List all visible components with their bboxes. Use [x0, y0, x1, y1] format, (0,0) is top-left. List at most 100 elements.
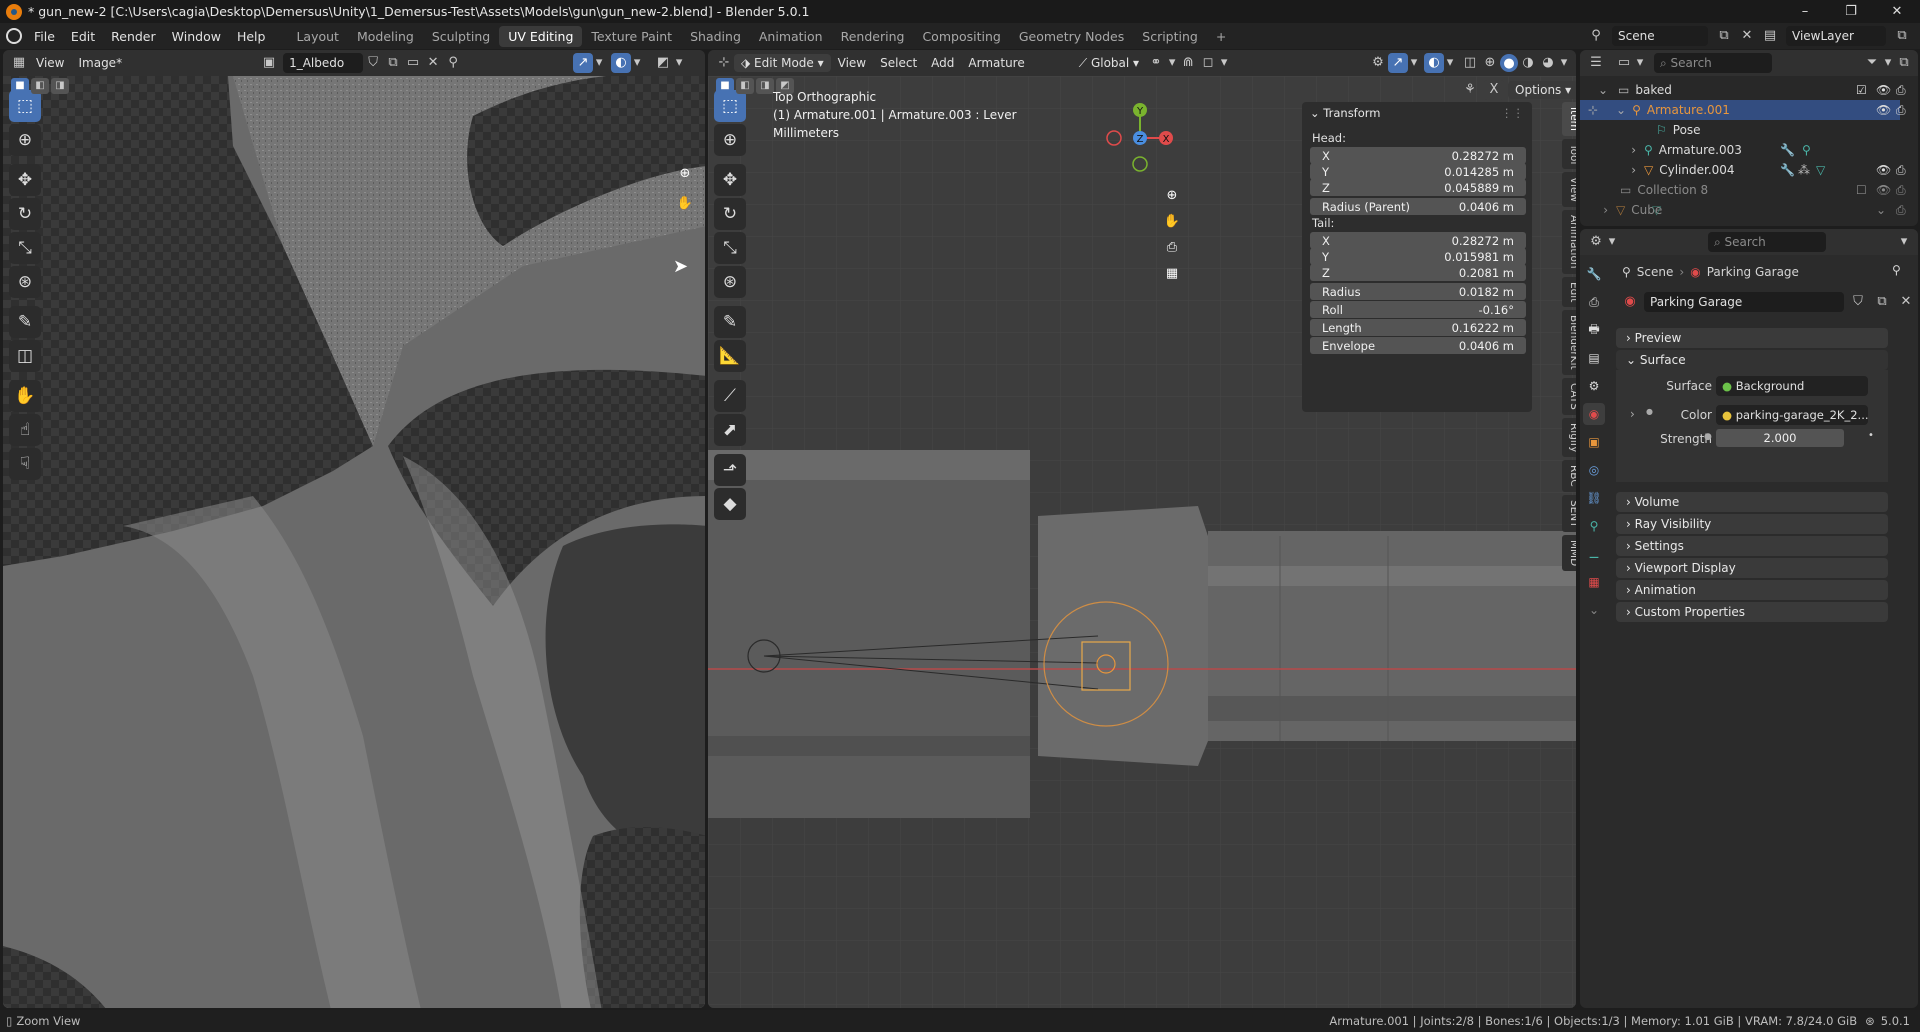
minimize-button[interactable]: – [1782, 0, 1828, 23]
remove-scene-icon[interactable]: ✕ [1740, 26, 1754, 46]
channels-dropdown-icon[interactable]: ▾ [673, 53, 685, 73]
select-box-tool[interactable]: ⬚ [9, 90, 41, 122]
world-browse-icon[interactable]: ◉ [1620, 292, 1640, 312]
render-camera-icon-2[interactable]: ⎙ [1896, 103, 1906, 118]
image-menu[interactable]: Image* [71, 54, 129, 72]
menu-help[interactable]: Help [229, 29, 274, 44]
vp-cursor-tool[interactable]: ⊕ [714, 124, 746, 156]
pivot-icon[interactable]: ⚭ [1146, 53, 1166, 73]
solid-shading-icon[interactable]: ● [1500, 54, 1518, 72]
visibility-icon[interactable]: ⚙ [1368, 53, 1388, 73]
more-tabs-icon[interactable]: ⌄ [1583, 599, 1605, 621]
head-z-field[interactable]: Z 0.045889 m [1310, 179, 1526, 196]
options-dropdown[interactable]: Options ▾ [1508, 81, 1576, 99]
gizmo-toggle-icon[interactable]: ↗ [1388, 53, 1408, 73]
zoom-icon[interactable]: ⊕ [675, 164, 695, 184]
object-tab-icon[interactable]: ▣ [1583, 431, 1605, 453]
new-viewlayer-icon[interactable]: ⧉ [1892, 26, 1912, 46]
envelope-field[interactable]: Envelope 0.0406 m [1310, 337, 1526, 354]
vp-measure-tool[interactable]: 📐 [714, 340, 746, 372]
display-channels-icon[interactable]: ◩ [653, 53, 673, 73]
pin-properties-icon[interactable]: ⚲ [1892, 263, 1901, 277]
scale-tool[interactable]: ⤡ [9, 232, 41, 264]
tab-blenderkit[interactable]: BlenderKit [1562, 310, 1576, 375]
outliner-row-cube[interactable]: › ▽ Cube ▽ ⌄ ⎙ [1580, 200, 1905, 220]
breadcrumb-world[interactable]: Parking Garage [1707, 265, 1799, 279]
editor-type-icon[interactable]: ▦ [9, 53, 29, 73]
viewport-canvas[interactable]: ⬚ ⊕ ✥ ↻ ⤡ ⊛ ✎ 📐 ⟋ ⬈ ⬏ ◆ ■ ◧ ◨ ◩ Top Orth… [708, 76, 1576, 1008]
viewport-armature-menu[interactable]: Armature [961, 54, 1031, 72]
bone-tab-icon[interactable]: ⚊ [1583, 543, 1605, 565]
overlay-icon[interactable]: ◐ [611, 53, 632, 73]
bone-group-icon[interactable]: ⚲ [1802, 143, 1811, 157]
physics-tab-icon[interactable]: ◎ [1583, 459, 1605, 481]
tab-texture-paint[interactable]: Texture Paint [582, 26, 681, 47]
visibility-eye-icon-2[interactable]: 👁 [1876, 103, 1891, 117]
tail-x-field[interactable]: X 0.28272 m [1310, 232, 1526, 249]
strength-slider[interactable]: 2.000 [1716, 429, 1844, 447]
tab-rbc[interactable]: RBC [1562, 460, 1576, 492]
vertex-group-icon[interactable]: ⁂ [1798, 163, 1810, 177]
viewlayer-icon[interactable]: ▤ [1760, 26, 1780, 46]
tail-z-field[interactable]: Z 0.2081 m [1310, 264, 1526, 281]
material-shading-icon[interactable]: ◑ [1518, 53, 1538, 73]
visibility-eye-icon-5[interactable]: 👁 [1876, 163, 1891, 177]
overlays-dropdown-icon[interactable]: ▾ [1444, 53, 1456, 73]
tab-animation-side[interactable]: Animation [1562, 210, 1576, 274]
rendered-shading-icon[interactable]: ◕ [1538, 53, 1558, 73]
viewport-view-menu[interactable]: View [831, 54, 873, 72]
section-custom-properties[interactable]: › Custom Properties [1616, 602, 1888, 622]
new-scene-icon[interactable]: ⧉ [1714, 26, 1734, 46]
scene-icon[interactable]: ⚲ [1586, 26, 1606, 46]
render-camera-icon[interactable]: ⎙ [1896, 83, 1906, 98]
radius-field[interactable]: Radius 0.0182 m [1310, 283, 1526, 300]
camera-view-icon[interactable]: ⎙ [1162, 238, 1182, 258]
tab-view[interactable]: View [1562, 172, 1576, 208]
properties-search-input[interactable]: ⌕ Search [1708, 232, 1826, 252]
cube-data-icon[interactable]: ▽ [1652, 203, 1661, 217]
vp-bone-size-tool[interactable]: ⟋ [714, 380, 746, 412]
viewport-editor-type-icon[interactable]: ⊹ [714, 53, 734, 73]
relax-tool[interactable]: ☝ [9, 414, 41, 446]
snap-icon[interactable]: ⋒ [1178, 53, 1198, 73]
wireframe-shading-icon[interactable]: ⊕ [1480, 53, 1500, 73]
mirror-axis-icon[interactable]: ⚘ [1460, 80, 1480, 100]
vp-roll-tool[interactable]: ◆ [714, 488, 746, 520]
view-layer-tab-icon[interactable]: ▤ [1583, 347, 1605, 369]
render-camera-icon-6[interactable]: ⎙ [1896, 183, 1906, 198]
blender-menu-icon[interactable] [6, 28, 22, 44]
tab-rendering[interactable]: Rendering [832, 26, 914, 47]
display-mode-dropdown-icon[interactable]: ▾ [1634, 53, 1646, 73]
scene-selector[interactable]: Scene [1612, 26, 1708, 46]
filter-icon[interactable]: ⏷ [1862, 53, 1882, 73]
scene-tab-icon[interactable]: ⚙ [1583, 375, 1605, 397]
section-surface[interactable]: ⌄ Surface [1616, 350, 1888, 370]
roll-field[interactable]: Roll -0.16° [1310, 301, 1526, 318]
transform-orientation-selector[interactable]: ⟋ Global ▾ [1072, 54, 1146, 73]
face-select-icon[interactable]: ◨ [51, 78, 69, 94]
exclude-checkbox-icon[interactable]: ☑ [1856, 83, 1867, 97]
length-field[interactable]: Length 0.16222 m [1310, 319, 1526, 336]
overlays-toggle-icon[interactable]: ◐ [1424, 53, 1444, 73]
shading-dropdown-icon[interactable]: ▾ [1558, 53, 1570, 73]
edge-select-icon[interactable]: ◧ [31, 78, 49, 94]
tool-tab-icon[interactable]: 🔧 [1583, 263, 1605, 285]
properties-type-dropdown-icon[interactable]: ▾ [1606, 232, 1618, 252]
menu-file[interactable]: File [26, 29, 63, 44]
outliner-row-armature003[interactable]: › ⚲ Armature.003 🔧 ⚲ [1580, 140, 1900, 160]
section-volume[interactable]: › Volume [1616, 492, 1888, 512]
menu-edit[interactable]: Edit [63, 29, 103, 44]
constraints-tab-icon[interactable]: ⛓ [1583, 487, 1605, 509]
outliner-row-collection8[interactable]: ▭ Collection 8 ☐ 👁 ⎙ [1580, 180, 1906, 200]
tab-cats[interactable]: CATS [1562, 377, 1576, 415]
menu-window[interactable]: Window [164, 29, 229, 44]
section-ray-visibility[interactable]: › Ray Visibility [1616, 514, 1888, 534]
xray-toggle-icon[interactable]: ◫ [1460, 53, 1480, 73]
navigation-gizmo[interactable]: Y X Z [1100, 98, 1180, 178]
color-expand-chevron-icon[interactable]: › [1630, 407, 1635, 421]
breadcrumb-scene[interactable]: Scene [1637, 265, 1674, 279]
vp-mode-set-icon[interactable]: ■ [716, 78, 734, 94]
tab-scripting[interactable]: Scripting [1133, 26, 1207, 47]
tab-uv-editing[interactable]: UV Editing [499, 25, 583, 47]
vp-extrude-tool[interactable]: ⬏ [714, 454, 746, 486]
